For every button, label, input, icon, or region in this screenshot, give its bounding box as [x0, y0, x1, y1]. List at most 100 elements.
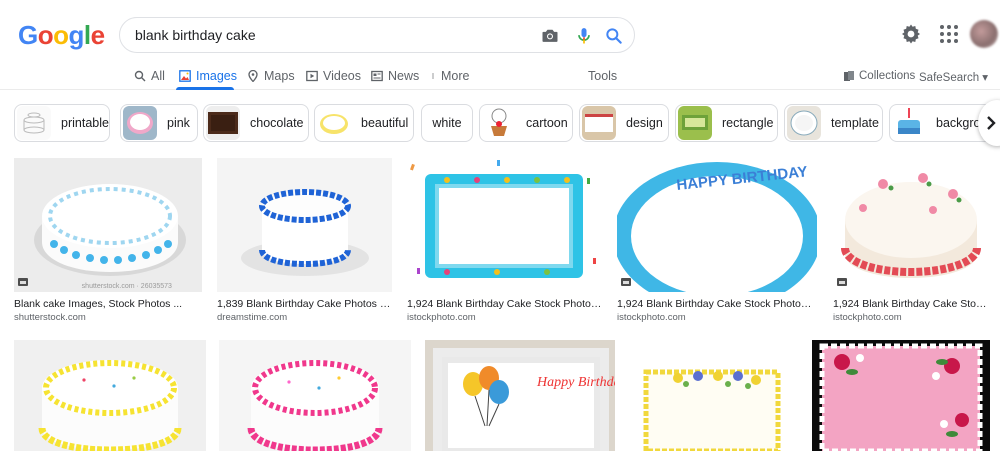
tab-all[interactable]: All [134, 68, 165, 84]
result-source: dreamstime.com [217, 312, 288, 323]
result-title[interactable]: 1,924 Blank Birthday Cake Stock Photos .… [617, 298, 812, 310]
tab-videos[interactable]: Videos [306, 68, 361, 84]
active-tab-indicator [176, 87, 234, 90]
chip-label: printable [61, 116, 109, 130]
chip-label: cartoon [526, 116, 568, 130]
tab-images[interactable]: Images [179, 68, 237, 84]
map-pin-icon [248, 70, 258, 82]
chip-label: pink [167, 116, 190, 130]
search-icon[interactable] [604, 26, 624, 46]
chip-label: beautiful [361, 116, 409, 130]
image-result[interactable]: Happy Birthday [425, 340, 615, 451]
collections-button[interactable]: Collections [843, 70, 915, 82]
result-title[interactable]: Blank cake Images, Stock Photos ... [14, 298, 202, 310]
chip-label: chocolate [250, 116, 304, 130]
image-icon [179, 70, 191, 82]
chip-white[interactable]: white [421, 104, 473, 142]
cake-image [38, 360, 182, 451]
watermark: shutterstock.com · 26035573 [81, 283, 172, 290]
search-input[interactable]: blank birthday cake [135, 27, 256, 43]
search-box[interactable]: blank birthday cake [119, 17, 635, 53]
image-type-icon [621, 278, 631, 286]
settings-gear-icon[interactable] [899, 22, 923, 46]
image-result[interactable]: 1,924 Blank Birthday Cake Stock Photos .… [407, 158, 602, 326]
chip-label: template [831, 116, 879, 130]
chip-chocolate[interactable]: chocolate [203, 104, 309, 142]
search-tabs: All Images Maps Videos News More Tools C… [0, 62, 1000, 90]
chip-template[interactable]: template [784, 104, 883, 142]
result-thumbnail[interactable] [14, 340, 206, 451]
result-thumbnail[interactable] [628, 340, 798, 451]
chip-printable[interactable]: printable [14, 104, 110, 142]
cake-image [410, 160, 596, 278]
google-logo[interactable]: Google [18, 20, 105, 51]
image-result[interactable]: 1,839 Blank Birthday Cake Photos - Fre..… [217, 158, 392, 326]
related-chips-bar: printable pink chocolate beautiful white… [0, 100, 1000, 146]
tab-label: Videos [323, 69, 361, 83]
microphone-icon[interactable] [574, 26, 594, 46]
top-bar: Google blank birthday cake [0, 0, 1000, 64]
cake-image [241, 189, 369, 276]
chip-thumbnail [787, 106, 821, 140]
cake-image [841, 173, 981, 278]
tab-news[interactable]: News [371, 68, 419, 84]
chip-thumbnail [678, 106, 712, 140]
chip-thumbnail [892, 106, 926, 140]
news-icon [371, 70, 383, 82]
result-source: istockphoto.com [833, 312, 902, 323]
tab-label: News [388, 69, 420, 83]
result-title[interactable]: 1,924 Blank Birthday Cake Stock Photos .… [407, 298, 602, 310]
more-vertical-icon [432, 73, 434, 79]
chip-beautiful[interactable]: beautiful [314, 104, 414, 142]
image-type-icon [837, 278, 847, 286]
image-result[interactable]: HAPPY BIRTHDAY 1,924 Blank Birthday Cake… [617, 158, 817, 326]
safesearch-dropdown[interactable]: SafeSearch ▾ [919, 70, 988, 84]
image-result[interactable]: 1,924 Blank Birthday Cake Stock P... ist… [833, 158, 990, 326]
collections-icon [844, 71, 854, 81]
result-thumbnail[interactable]: Happy Birthday [425, 340, 615, 451]
apps-grid-icon[interactable] [938, 23, 960, 45]
cake-text: Happy Birthday [536, 375, 615, 390]
image-result[interactable] [628, 340, 798, 451]
result-thumbnail[interactable] [219, 340, 411, 451]
cake-image [247, 360, 383, 451]
chip-design[interactable]: design [579, 104, 669, 142]
result-source: shutterstock.com [14, 312, 86, 323]
search-icon [134, 70, 146, 82]
image-result[interactable] [219, 340, 411, 451]
chip-thumbnail [582, 106, 616, 140]
tab-more[interactable]: More [430, 68, 469, 84]
result-title[interactable]: 1,839 Blank Birthday Cake Photos - Fre..… [217, 298, 392, 310]
chip-label: white [432, 116, 462, 130]
chip-rectangle[interactable]: rectangle [675, 104, 778, 142]
result-thumbnail[interactable] [833, 158, 990, 292]
result-thumbnail[interactable]: shutterstock.com · 26035573 [14, 158, 202, 292]
result-thumbnail[interactable] [812, 340, 990, 451]
tab-label: Maps [264, 69, 295, 83]
cake-image: HAPPY BIRTHDAY [617, 162, 817, 292]
chip-cartoon[interactable]: cartoon [479, 104, 573, 142]
image-result[interactable]: shutterstock.com · 26035573 Blank cake I… [14, 158, 202, 326]
chip-thumbnail [206, 106, 240, 140]
chip-thumbnail [317, 106, 351, 140]
account-avatar[interactable] [970, 20, 998, 48]
chip-label: rectangle [722, 116, 774, 130]
result-source: istockphoto.com [407, 312, 476, 323]
tab-maps[interactable]: Maps [247, 68, 295, 84]
image-result[interactable] [812, 340, 990, 451]
chip-thumbnail [17, 106, 51, 140]
cake-image: Happy Birthday [433, 348, 615, 451]
result-title[interactable]: 1,924 Blank Birthday Cake Stock P... [833, 298, 990, 310]
result-thumbnail[interactable]: HAPPY BIRTHDAY [617, 158, 817, 292]
chevron-right-icon [987, 116, 996, 130]
camera-icon[interactable] [540, 26, 560, 46]
cake-image [34, 184, 186, 276]
result-thumbnail[interactable] [217, 158, 392, 292]
collections-label: Collections [859, 70, 916, 82]
result-thumbnail[interactable] [407, 158, 602, 292]
image-result[interactable] [14, 340, 206, 451]
video-icon [306, 70, 318, 82]
chip-pink[interactable]: pink [120, 104, 198, 142]
cake-image [643, 369, 781, 451]
tools-button[interactable]: Tools [588, 69, 617, 83]
